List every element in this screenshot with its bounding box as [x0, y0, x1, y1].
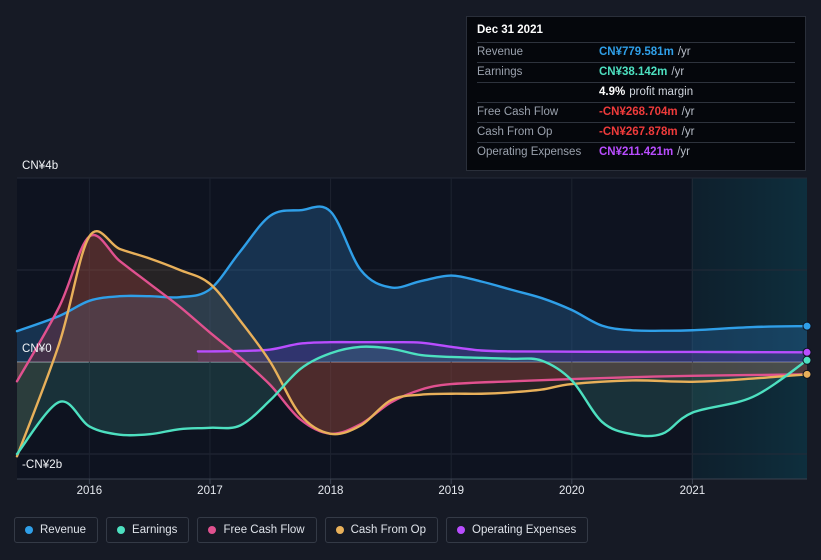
tooltip-row: 4.9% profit margin	[477, 82, 795, 102]
x-axis-label-2017: 2017	[197, 485, 223, 497]
tooltip-row-label: Cash From Op	[477, 126, 553, 138]
legend-item-cash-from-op[interactable]: Cash From Op	[324, 517, 439, 543]
tooltip-row: Free Cash Flow -CN¥268.704m/yr	[477, 102, 795, 122]
legend-item-revenue[interactable]: Revenue	[14, 517, 99, 543]
data-tooltip: Dec 31 2021 Revenue CN¥779.581m/yr Earning…	[466, 16, 806, 171]
tooltip-row-label: Operating Expenses	[477, 146, 582, 158]
x-axis-label-2021: 2021	[679, 485, 706, 497]
legend-color-dot-icon	[25, 526, 33, 534]
x-axis-label-2018: 2018	[317, 485, 344, 497]
legend-item-earnings[interactable]: Earnings	[106, 517, 190, 543]
tooltip-row-unit: /yr	[677, 146, 690, 158]
legend-item-label: Operating Expenses	[472, 524, 577, 536]
y-axis-label-bottom: -CN¥2b	[22, 459, 63, 471]
tooltip-row: Earnings CN¥38.142m/yr	[477, 62, 795, 82]
tooltip-date: Dec 31 2021	[477, 24, 543, 36]
tooltip-row-unit: /yr	[681, 106, 695, 118]
tooltip-row-sublabel: profit margin	[629, 86, 694, 98]
tooltip-row-value: CN¥211.421m	[599, 146, 674, 158]
legend-color-dot-icon	[117, 526, 126, 534]
x-axis-label-2019: 2019	[438, 485, 464, 497]
y-axis-label-zero: CN¥0	[22, 343, 52, 355]
tooltip-row: Operating Expenses CN¥211.421m/yr	[477, 142, 795, 162]
legend-item-label: Revenue	[40, 524, 87, 536]
tooltip-row-value: CN¥38.142m	[599, 66, 668, 78]
legend-item-label: Free Cash Flow	[223, 524, 305, 536]
tooltip-row: Cash From Op -CN¥267.878m/yr	[477, 122, 795, 142]
tooltip-row-value: 4.9%	[599, 86, 626, 98]
legend-item-label: Cash From Op	[350, 524, 427, 536]
legend-item-free-cash-flow[interactable]: Free Cash Flow	[197, 517, 317, 543]
tooltip-row-unit: /yr	[671, 66, 685, 78]
tooltip-row-label: Revenue	[477, 46, 524, 58]
legend-item-operating-expenses[interactable]: Operating Expenses	[446, 517, 589, 543]
endpoint-marker-operating-expenses	[802, 347, 812, 357]
tooltip-row-label: Free Cash Flow	[477, 106, 559, 118]
y-axis-label-top: CN¥4b	[22, 160, 59, 172]
legend-color-dot-icon	[208, 526, 217, 534]
tooltip-row: Revenue CN¥779.581m/yr	[477, 42, 795, 62]
tooltip-row-value: CN¥779.581m	[599, 46, 674, 58]
x-axis-label-2020: 2020	[559, 485, 585, 497]
legend-item-label: Earnings	[132, 524, 178, 536]
tooltip-rows: Revenue CN¥779.581m/yr Earnings CN¥38.142m /…	[477, 42, 795, 162]
tooltip-row-label: Earnings	[477, 66, 523, 78]
chart-legend: Revenue Earnings Free Cash Flow Cash From O…	[14, 517, 589, 543]
endpoint-marker-revenue	[802, 321, 812, 331]
tooltip-row-unit: /yr	[681, 126, 695, 138]
legend-color-dot-icon	[457, 526, 466, 534]
tooltip-row-value: -CN¥268.704m	[599, 106, 678, 118]
tooltip-row-unit: /yr	[677, 46, 691, 58]
endpoint-marker-cash-from-op	[802, 369, 812, 379]
legend-color-dot-icon	[335, 526, 344, 534]
x-axis-label-2016: 2016	[76, 485, 103, 497]
tooltip-row-value: -CN¥267.878m	[599, 126, 678, 138]
endpoint-marker-earnings	[802, 355, 812, 365]
